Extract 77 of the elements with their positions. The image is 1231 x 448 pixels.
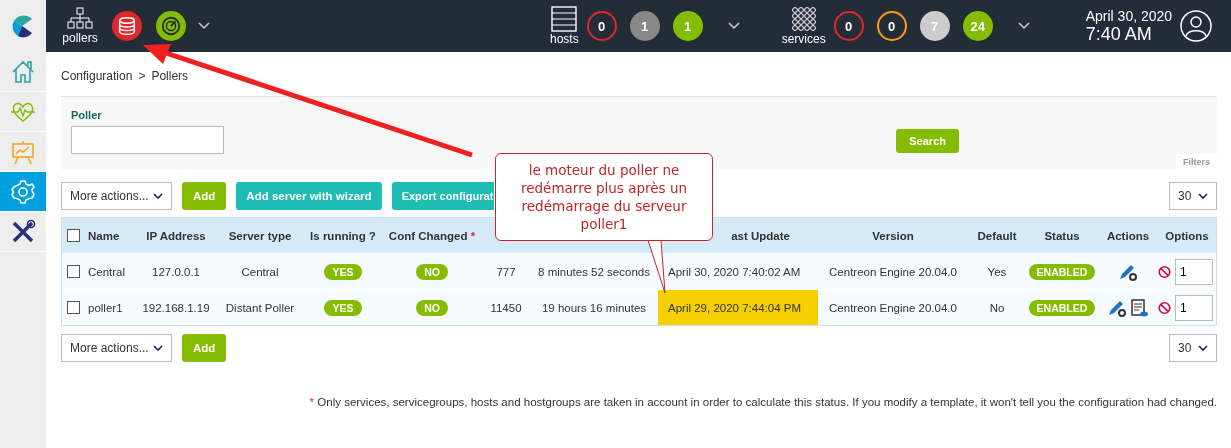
time-text: 7:40 AM: [1085, 23, 1153, 45]
wrench-screwdriver-icon[interactable]: [10, 218, 36, 245]
table-cell: 19 hours 16 minutes: [541, 301, 647, 314]
breadcrumb-item[interactable]: >: [138, 69, 146, 85]
table-cell: Centreon Engine 20.04.0: [829, 265, 957, 278]
column-header[interactable]: Default: [977, 229, 1017, 242]
column-header[interactable]: Options: [1165, 229, 1209, 242]
running-badge: YES: [324, 299, 362, 316]
page-size-dropdown[interactable]: 30: [1169, 334, 1217, 362]
caret-icon[interactable]: [153, 192, 163, 200]
footnote-text: * Only services, servicegroups, hosts and hostgroups are taken in account in order to calculate this status. If you modify a template, it won't tell you the configuration had changed.: [309, 396, 1217, 408]
document-eye-icon[interactable]: [1129, 297, 1149, 318]
chevron-icon[interactable]: [198, 22, 210, 30]
table-cell: Yes: [987, 265, 1007, 278]
server-icon[interactable]: [550, 6, 579, 32]
column-header[interactable]: Version: [872, 229, 914, 242]
table-cell: Central: [88, 265, 126, 278]
table-cell: 192.168.1.19: [142, 301, 210, 314]
pollers-icon[interactable]: [67, 7, 93, 31]
caret-icon[interactable]: [1198, 344, 1208, 352]
column-header[interactable]: Actions: [1106, 229, 1150, 242]
status-counter[interactable]: 0: [876, 11, 907, 41]
column-header[interactable]: Status: [1044, 229, 1080, 242]
disable-icon[interactable]: [1158, 263, 1171, 280]
chevron-icon[interactable]: [1017, 22, 1030, 30]
breadcrumb-item[interactable]: Pollers: [151, 69, 189, 85]
page-size-dropdown[interactable]: 30: [1169, 182, 1217, 210]
chevron-icon[interactable]: [727, 22, 740, 30]
table-cell: 777: [496, 265, 516, 278]
more-actions-dropdown[interactable]: More actions...: [61, 334, 172, 362]
disable-icon[interactable]: [1158, 299, 1171, 316]
column-header[interactable]: Name: [88, 229, 120, 242]
table-cell: poller1: [88, 301, 123, 314]
more-actions-dropdown[interactable]: More actions...: [61, 182, 172, 210]
table-cell: Central: [241, 265, 279, 278]
column-header[interactable]: Is running ?: [310, 229, 376, 242]
field-label: Poller: [71, 109, 103, 121]
table-cell: 11450: [490, 301, 522, 314]
column-header[interactable]: IP Address: [146, 229, 206, 242]
status-counter[interactable]: 1: [629, 11, 660, 41]
running-badge: YES: [324, 263, 362, 280]
caret-icon[interactable]: [153, 344, 163, 352]
conf-changed-badge: NO: [416, 263, 448, 280]
services-label: services: [781, 32, 826, 46]
column-header[interactable]: ast Update: [731, 229, 790, 242]
hosts-label: hosts: [550, 32, 579, 46]
date-text: April 30, 2020: [1085, 7, 1173, 24]
column-header[interactable]: Server type: [228, 229, 292, 242]
annotation-callout: le moteur du poller ne redémarre plus après un redémarrage du serveur poller1: [495, 153, 713, 241]
database-status-icon[interactable]: [112, 11, 142, 41]
conf-changed-badge: NO: [416, 299, 448, 316]
column-header[interactable]: Conf Changed *: [388, 229, 476, 242]
last-update-cell: April 29, 2020 7:44:04 PM: [658, 290, 818, 325]
row-checkbox[interactable]: [67, 265, 80, 278]
last-update-cell-text: April 30, 2020 7:40:02 AM: [667, 264, 802, 280]
caret-icon[interactable]: [1198, 192, 1208, 200]
status-counter[interactable]: 0: [586, 11, 617, 41]
gear-icon[interactable]: [10, 178, 36, 205]
status-badge: ENABLED: [1028, 263, 1096, 280]
gauge-status-icon[interactable]: [156, 11, 186, 41]
table-cell: 8 minutes 52 seconds: [538, 265, 650, 278]
duplicate-count-field[interactable]: 1: [1175, 294, 1213, 321]
breadcrumb-item[interactable]: Configuration: [61, 69, 133, 85]
table-cell: No: [989, 301, 1005, 314]
house-icon[interactable]: [10, 58, 36, 85]
select-all-checkbox[interactable]: [67, 229, 80, 242]
services-icon[interactable]: [789, 6, 818, 32]
pollers-label: pollers: [62, 31, 98, 45]
status-counter[interactable]: 0: [833, 11, 864, 41]
user-avatar-icon[interactable]: [1180, 10, 1213, 42]
duplicate-count-field[interactable]: 1: [1175, 258, 1213, 285]
poller-input-field[interactable]: [71, 126, 224, 154]
row-checkbox[interactable]: [67, 301, 80, 314]
table-cell: 127.0.0.1: [152, 265, 200, 278]
table-cell: Distant Poller: [225, 301, 295, 314]
status-badge: ENABLED: [1028, 299, 1096, 316]
table-cell: Centreon Engine 20.04.0: [829, 301, 957, 314]
